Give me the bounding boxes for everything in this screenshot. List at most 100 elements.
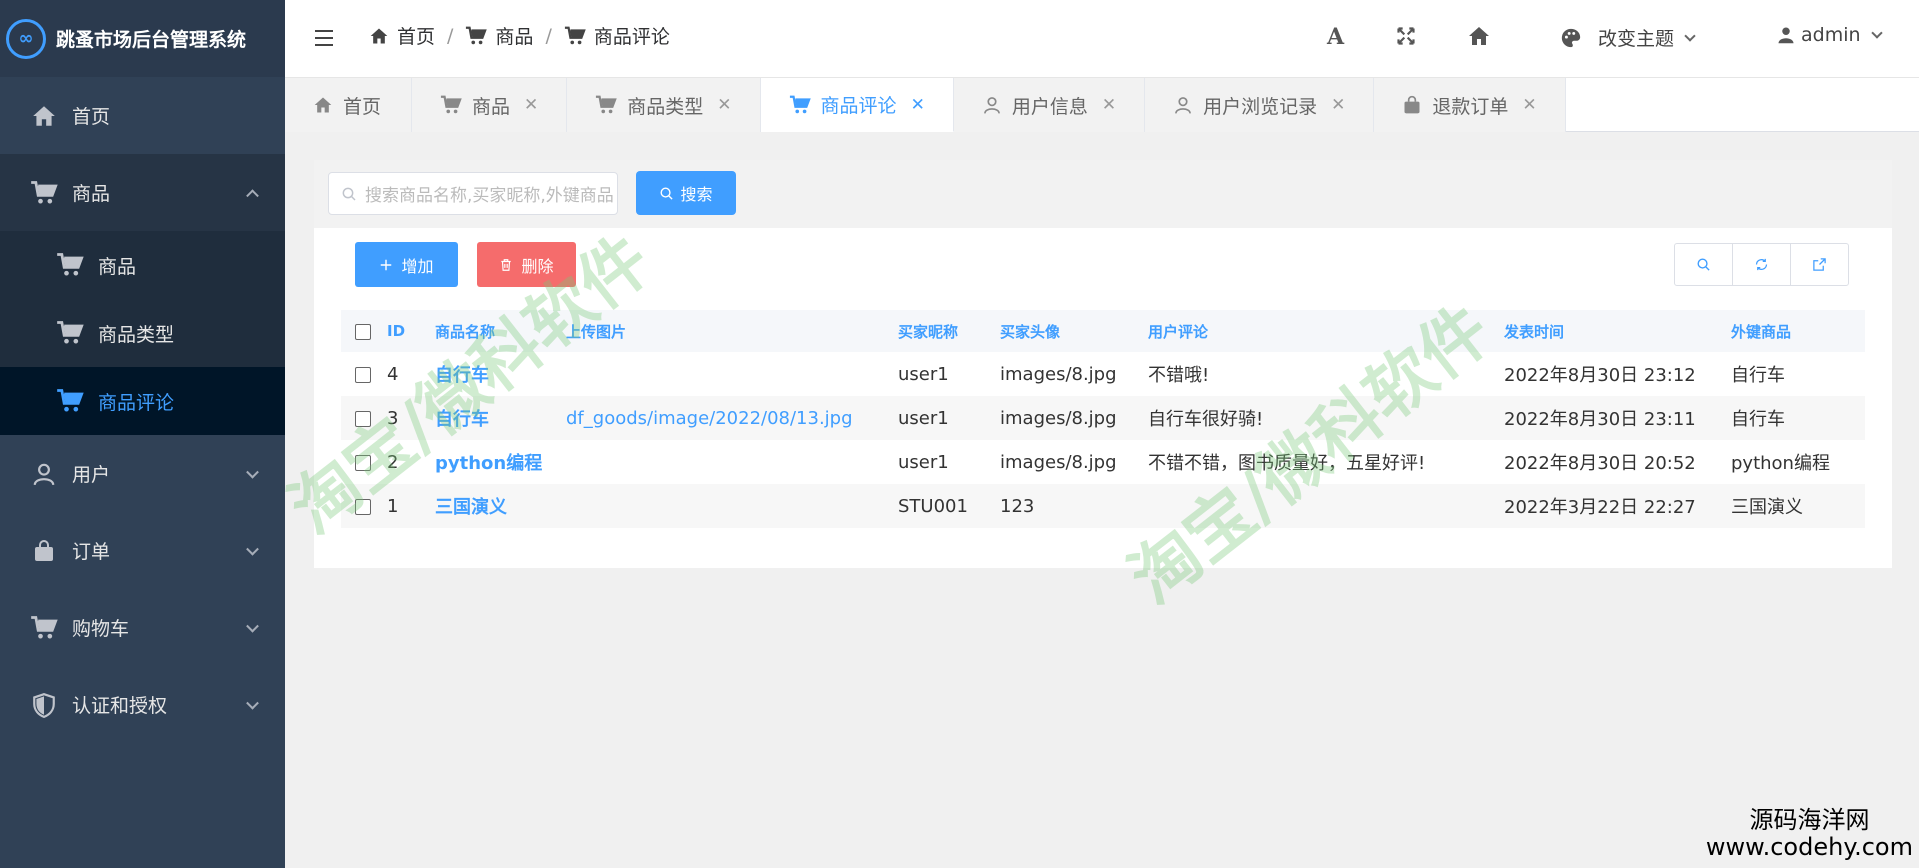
close-icon[interactable]: ✕: [1522, 95, 1536, 115]
cell-id: 1: [387, 484, 435, 528]
sidebar-item-label: 商品: [72, 183, 111, 205]
cell-image-link[interactable]: [566, 440, 898, 484]
cell-goods-name-link[interactable]: python编程: [435, 440, 566, 484]
plus-icon: [379, 258, 393, 272]
cell-image-link[interactable]: [566, 352, 898, 396]
select-all-checkbox[interactable]: [355, 323, 371, 340]
sidebar-subitem-goods-comment[interactable]: 商品评论: [0, 367, 285, 435]
table-row[interactable]: 3 自行车 df_goods/image/2022/08/13.jpg user…: [341, 396, 1865, 440]
breadcrumb-separator: /: [447, 24, 454, 47]
sidebar-subitem-goods[interactable]: 商品: [0, 231, 285, 299]
cart-icon: [56, 387, 84, 415]
sidebar-subitem-goods-type[interactable]: 商品类型: [0, 299, 285, 367]
close-icon[interactable]: ✕: [911, 95, 925, 115]
logo-icon: ∞: [6, 18, 46, 59]
tab-goods-comment[interactable]: 商品评论 ✕: [760, 78, 954, 132]
breadcrumb-item-home[interactable]: 首页: [369, 22, 435, 49]
close-icon[interactable]: ✕: [524, 95, 538, 115]
user-icon: [1777, 25, 1795, 45]
tab-goods-type[interactable]: 商品类型 ✕: [567, 78, 761, 132]
cell-image-link[interactable]: df_goods/image/2022/08/13.jpg: [566, 396, 898, 440]
search-placeholder: 搜索商品名称,买家昵称,外键商品: [365, 186, 614, 206]
table-row[interactable]: 4 自行车 user1 images/8.jpg 不错哦! 2022年8月30日…: [341, 352, 1865, 396]
cell-goods-name-link[interactable]: 三国演义: [435, 484, 566, 528]
close-icon[interactable]: ✕: [1331, 95, 1345, 115]
cell-goods-name-link[interactable]: 自行车: [435, 396, 566, 440]
user-dropdown[interactable]: admin: [1777, 24, 1883, 46]
tab-goods[interactable]: 商品 ✕: [412, 78, 568, 132]
cell-id: 4: [387, 352, 435, 396]
column-header[interactable]: 商品名称: [435, 310, 566, 352]
sidebar-item-home[interactable]: 首页: [0, 77, 285, 154]
home-icon[interactable]: [1467, 24, 1491, 52]
cell-goods: 自行车: [1731, 396, 1865, 440]
export-icon: [1812, 257, 1827, 272]
search-icon: [1696, 257, 1711, 272]
cart-icon: [56, 251, 84, 279]
refresh-button[interactable]: [1733, 244, 1791, 285]
app-logo[interactable]: ∞ 跳蚤市场后台管理系统: [0, 0, 285, 77]
row-checkbox[interactable]: [355, 410, 371, 427]
corner-brand: 源码海洋网 www.codehy.com: [1706, 806, 1913, 862]
sidebar-item-label: 用户: [72, 464, 111, 486]
column-header[interactable]: 买家头像: [1000, 310, 1148, 352]
column-header[interactable]: 发表时间: [1504, 310, 1731, 352]
row-checkbox[interactable]: [355, 498, 371, 515]
cart-icon: [56, 319, 84, 347]
app-title: 跳蚤市场后台管理系统: [56, 29, 247, 51]
tab-refund-order[interactable]: 退款订单 ✕: [1374, 78, 1566, 132]
sidebar-item-user[interactable]: 用户: [0, 435, 285, 512]
cell-time: 2022年8月30日 23:11: [1504, 396, 1731, 440]
search-button[interactable]: 搜索: [636, 171, 736, 215]
export-button[interactable]: [1791, 244, 1848, 285]
column-header[interactable]: 用户评论: [1148, 310, 1504, 352]
sidebar-item-order[interactable]: 订单: [0, 512, 285, 589]
cell-nickname: user1: [898, 352, 1000, 396]
column-header[interactable]: 买家昵称: [898, 310, 1000, 352]
sidebar-item-cart[interactable]: 购物车: [0, 589, 285, 666]
shield-icon: [30, 692, 58, 718]
row-checkbox[interactable]: [355, 366, 371, 383]
sidebar-item-label: 购物车: [72, 618, 130, 640]
cell-id: 2: [387, 440, 435, 484]
cell-time: 2022年8月30日 23:12: [1504, 352, 1731, 396]
top-header: 首页 / 商品 / 商品评论 A 改变主题 admin: [285, 0, 1919, 78]
search-toggle-button[interactable]: [1675, 244, 1733, 285]
fullscreen-icon[interactable]: [1396, 26, 1416, 50]
breadcrumb-separator: /: [545, 24, 552, 47]
close-icon[interactable]: ✕: [717, 95, 731, 115]
search-input[interactable]: 搜索商品名称,买家昵称,外键商品: [328, 172, 618, 215]
bag-icon: [30, 539, 58, 563]
breadcrumb: 首页 / 商品 / 商品评论: [369, 22, 670, 49]
sidebar-item-auth[interactable]: 认证和授权: [0, 666, 285, 743]
table-row[interactable]: 2 python编程 user1 images/8.jpg 不错不错，图书质量好…: [341, 440, 1865, 484]
table-header-row: ID 商品名称 上传图片 买家昵称 买家头像 用户评论 发表时间 外键商品: [341, 310, 1865, 352]
delete-button[interactable]: 删除: [477, 242, 576, 287]
sidebar-item-label: 首页: [72, 106, 111, 128]
sidebar-item-goods[interactable]: 商品: [0, 154, 285, 231]
user-icon: [30, 461, 58, 487]
tab-home[interactable]: 首页: [285, 78, 413, 132]
cell-goods-name-link[interactable]: 自行车: [435, 352, 566, 396]
breadcrumb-item-comment: 商品评论: [564, 22, 670, 49]
chevron-down-icon: [246, 542, 259, 556]
comments-table: ID 商品名称 上传图片 买家昵称 买家头像 用户评论 发表时间 外键商品 4 …: [341, 310, 1865, 528]
row-checkbox[interactable]: [355, 454, 371, 471]
table-row[interactable]: 1 三国演义 STU001 123 2022年3月22日 22:27 三国演义: [341, 484, 1865, 528]
cell-comment: [1148, 484, 1504, 528]
font-size-icon[interactable]: A: [1327, 24, 1344, 50]
close-icon[interactable]: ✕: [1102, 95, 1116, 115]
column-header[interactable]: 上传图片: [566, 310, 898, 352]
hamburger-menu-icon[interactable]: [315, 30, 333, 46]
tab-user-info[interactable]: 用户信息 ✕: [953, 78, 1146, 132]
cart-icon: [30, 614, 58, 642]
add-button[interactable]: 增加: [355, 242, 458, 287]
breadcrumb-item-goods[interactable]: 商品: [465, 22, 533, 49]
search-bar: 搜索商品名称,买家昵称,外键商品 搜索: [314, 160, 1892, 228]
cell-image-link[interactable]: [566, 484, 898, 528]
theme-dropdown[interactable]: 改变主题: [1560, 24, 1696, 51]
column-header[interactable]: 外键商品: [1731, 310, 1865, 352]
chevron-down-icon: [1870, 27, 1883, 39]
tab-user-browse[interactable]: 用户浏览记录 ✕: [1145, 78, 1375, 132]
column-header[interactable]: ID: [387, 310, 435, 352]
